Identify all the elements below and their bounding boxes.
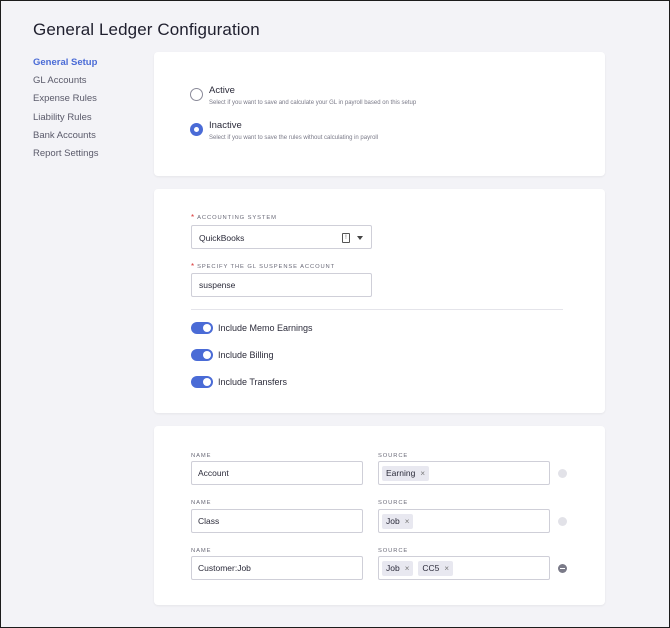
memo-earnings-label: Include Memo Earnings bbox=[218, 323, 313, 333]
source-label: SOURCE bbox=[378, 453, 409, 459]
source-tag: CC5 × bbox=[418, 560, 454, 576]
status-option-inactive[interactable]: Inactive Select if you want to save the … bbox=[190, 120, 378, 141]
source-tag: Job × bbox=[382, 560, 414, 576]
memo-earnings-toggle[interactable] bbox=[191, 322, 213, 334]
mapping-source-select[interactable]: Job × CC5 × bbox=[378, 556, 550, 580]
sidebar-item-liability-rules[interactable]: Liability Rules bbox=[33, 109, 143, 127]
billing-toggle[interactable] bbox=[191, 349, 213, 361]
mapping-source-select[interactable]: Job × bbox=[378, 509, 550, 533]
active-radio[interactable] bbox=[190, 88, 203, 101]
accounting-system-select[interactable]: QuickBooks ! bbox=[191, 225, 372, 249]
close-icon[interactable]: × bbox=[405, 564, 410, 573]
status-card: Active Select if you want to save and ca… bbox=[154, 52, 605, 176]
source-label: SOURCE bbox=[378, 548, 409, 554]
transfers-label: Include Transfers bbox=[218, 377, 288, 387]
clear-icon[interactable]: ! bbox=[342, 233, 350, 243]
required-mark: * bbox=[191, 213, 195, 222]
toggle-row-transfers[interactable]: Include Transfers bbox=[191, 376, 287, 388]
source-tag: Job × bbox=[382, 513, 414, 529]
status-option-active[interactable]: Active Select if you want to save and ca… bbox=[190, 85, 416, 106]
sidebar-nav: General Setup GL Accounts Expense Rules … bbox=[33, 54, 143, 163]
active-radio-label: Active bbox=[209, 85, 235, 96]
minus-circle-icon[interactable] bbox=[558, 564, 567, 573]
name-label: NAME bbox=[191, 548, 212, 554]
accounting-system-label: * ACCOUNTING SYSTEM bbox=[191, 213, 277, 222]
mapping-name-input[interactable] bbox=[191, 556, 363, 580]
source-label: SOURCE bbox=[378, 500, 409, 506]
mapping-source-select[interactable]: Earning × bbox=[378, 461, 550, 485]
billing-label: Include Billing bbox=[218, 350, 274, 360]
sidebar-item-expense-rules[interactable]: Expense Rules bbox=[33, 90, 143, 108]
sidebar-item-bank-accounts[interactable]: Bank Accounts bbox=[33, 127, 143, 145]
transfers-toggle[interactable] bbox=[191, 376, 213, 388]
toggle-row-billing[interactable]: Include Billing bbox=[191, 349, 274, 361]
suspense-account-input[interactable] bbox=[191, 273, 372, 297]
page-title: General Ledger Configuration bbox=[33, 20, 260, 39]
toggle-row-memo-earnings[interactable]: Include Memo Earnings bbox=[191, 322, 313, 334]
sidebar-item-gl-accounts[interactable]: GL Accounts bbox=[33, 72, 143, 90]
close-icon[interactable]: × bbox=[405, 517, 410, 526]
chevron-down-icon[interactable] bbox=[357, 236, 363, 240]
close-icon[interactable]: × bbox=[420, 469, 425, 478]
settings-card: * ACCOUNTING SYSTEM QuickBooks ! * SPECIFY… bbox=[154, 189, 605, 413]
close-icon[interactable]: × bbox=[444, 564, 449, 573]
inactive-radio[interactable] bbox=[190, 123, 203, 136]
source-tag: Earning × bbox=[382, 465, 429, 481]
active-radio-description: Select if you want to save and calculate… bbox=[209, 100, 417, 106]
sidebar-item-report-settings[interactable]: Report Settings bbox=[33, 145, 143, 163]
divider bbox=[191, 309, 563, 310]
inactive-radio-description: Select if you want to save the rules wit… bbox=[209, 135, 379, 141]
minus-circle-icon[interactable] bbox=[558, 469, 567, 478]
name-label: NAME bbox=[191, 453, 212, 459]
sidebar-item-general-setup[interactable]: General Setup bbox=[33, 54, 143, 72]
suspense-account-label: * SPECIFY THE GL SUSPENSE ACCOUNT bbox=[191, 262, 336, 271]
mapping-name-input[interactable] bbox=[191, 461, 363, 485]
mappings-card: NAME SOURCE Earning× NAME SOURCE Job× NA… bbox=[154, 426, 605, 605]
name-label: NAME bbox=[191, 500, 212, 506]
minus-circle-icon[interactable] bbox=[558, 517, 567, 526]
accounting-system-value: QuickBooks bbox=[199, 233, 245, 243]
inactive-radio-label: Inactive bbox=[209, 120, 242, 131]
mapping-name-input[interactable] bbox=[191, 509, 363, 533]
required-mark: * bbox=[191, 262, 195, 271]
